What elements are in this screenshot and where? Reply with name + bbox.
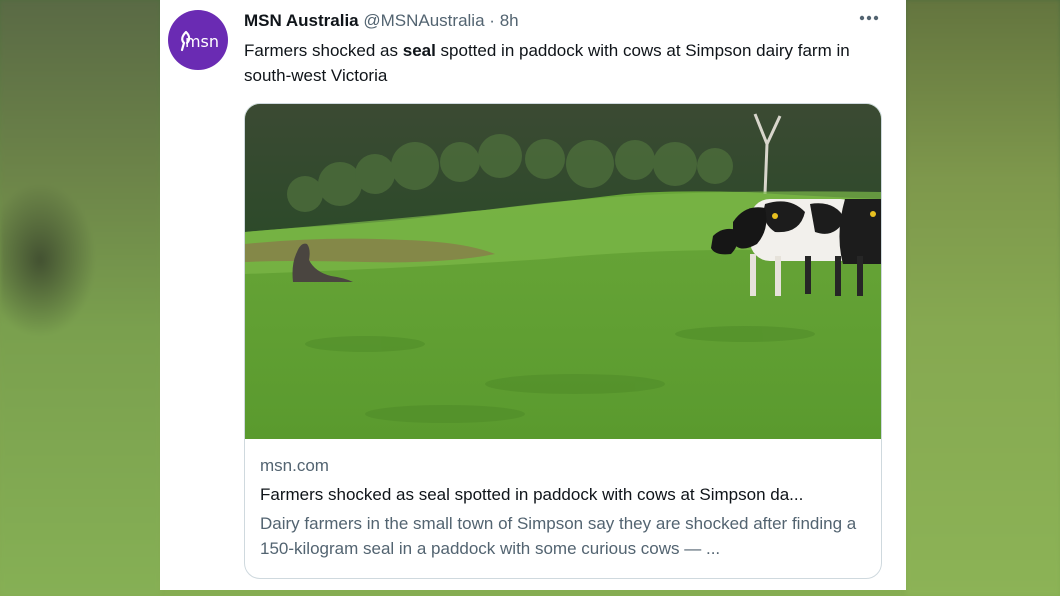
link-preview-image[interactable] bbox=[245, 104, 881, 439]
more-options-icon[interactable] bbox=[858, 6, 880, 29]
msn-logo-icon bbox=[180, 30, 191, 52]
author-handle[interactable]: @MSNAustralia bbox=[363, 11, 484, 30]
link-preview-card[interactable]: msn.com Farmers shocked as seal spotted … bbox=[244, 103, 882, 579]
separator-dot: · bbox=[489, 11, 495, 30]
tweet-time[interactable]: 8h bbox=[500, 11, 519, 30]
avatar[interactable]: msn bbox=[168, 10, 228, 70]
tweet-card[interactable]: msn MSN Australia @MSNAustralia · 8h Far… bbox=[160, 0, 906, 590]
blurred-background-left bbox=[0, 0, 160, 596]
link-domain: msn.com bbox=[260, 456, 329, 475]
blurred-background-right bbox=[906, 0, 1060, 596]
tweet-header: MSN Australia @MSNAustralia · 8h bbox=[244, 11, 519, 31]
link-title[interactable]: Farmers shocked as seal spotted in paddo… bbox=[260, 483, 870, 507]
tweet-text-before: Farmers shocked as bbox=[244, 41, 403, 60]
link-meta: msn.com Farmers shocked as seal spotted … bbox=[260, 456, 870, 561]
tweet-text-bold: seal bbox=[402, 41, 436, 60]
author-name[interactable]: MSN Australia bbox=[244, 11, 359, 30]
tweet-text: Farmers shocked as seal spotted in paddo… bbox=[244, 38, 884, 88]
link-description: Dairy farmers in the small town of Simps… bbox=[260, 514, 857, 558]
